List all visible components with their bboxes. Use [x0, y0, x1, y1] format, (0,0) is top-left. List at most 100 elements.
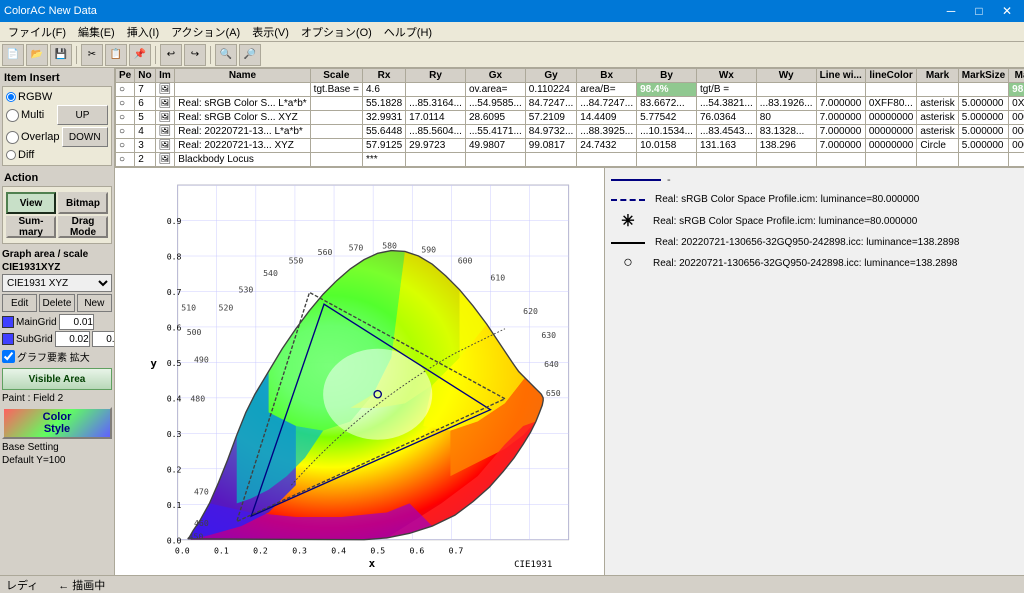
- overlap-down-row: Overlap DOWN: [6, 127, 108, 147]
- cie-chart-svg: 520 530 540 550 560 570 580 590 600 610 …: [123, 176, 596, 567]
- col-linecolor[interactable]: lineColor: [865, 69, 917, 83]
- wl-460: 460: [194, 518, 209, 528]
- col-marksize[interactable]: MarkSize: [958, 69, 1008, 83]
- btn-new[interactable]: New: [77, 294, 112, 312]
- tb-undo[interactable]: ↩: [160, 44, 182, 66]
- legend-text-2: Real: sRGB Color Space Profile.icm: lumi…: [653, 216, 917, 227]
- tb-redo[interactable]: ↪: [184, 44, 206, 66]
- graph-expand-checkbox[interactable]: [2, 350, 15, 363]
- action-label: Action: [2, 170, 112, 186]
- maingrid-row: MainGrid: [2, 314, 112, 330]
- radio-multi-label: Multi: [21, 109, 44, 121]
- btn-edit[interactable]: Edit: [2, 294, 37, 312]
- titlebar: ColorAC New Data ─ □ ✕: [0, 0, 1024, 22]
- subgrid-input2[interactable]: [92, 331, 115, 347]
- minimize-button[interactable]: ─: [938, 2, 964, 20]
- menu-help[interactable]: ヘルプ(H): [378, 22, 438, 42]
- x-tick-7: 0.7: [449, 545, 464, 555]
- maingrid-input[interactable]: [59, 314, 94, 330]
- col-pe[interactable]: Pe: [116, 69, 135, 83]
- table-row[interactable]: ○7🖼 tgt.Base =4.6ov.area=0.110224 area/B…: [116, 83, 1024, 97]
- tb-cut[interactable]: ✂: [81, 44, 103, 66]
- menu-edit[interactable]: 編集(E): [72, 22, 121, 42]
- tb-copy[interactable]: 📋: [105, 44, 127, 66]
- radio-multi[interactable]: [6, 109, 19, 122]
- legend-item-4: ○ Real: 20220721-130656-32GQ950-242898.i…: [611, 254, 1018, 272]
- col-scale[interactable]: Scale: [310, 69, 362, 83]
- tb-new[interactable]: 📄: [2, 44, 24, 66]
- legend-dashed-line-1: [611, 199, 645, 201]
- col-markc1[interactable]: MarkC...: [1009, 69, 1024, 83]
- btn-up[interactable]: UP: [57, 105, 108, 125]
- tb-zoom-out[interactable]: 🔎: [239, 44, 261, 66]
- visible-area-button[interactable]: Visible Area: [2, 368, 112, 390]
- col-mark[interactable]: Mark: [917, 69, 958, 83]
- col-rx[interactable]: Rx: [362, 69, 405, 83]
- menu-action[interactable]: アクション(A): [165, 22, 246, 42]
- menu-insert[interactable]: 挿入(I): [121, 22, 165, 42]
- radio-diff-row: Diff: [6, 149, 108, 161]
- radio-overlap-label: Overlap: [21, 131, 60, 143]
- col-wy[interactable]: Wy: [756, 69, 816, 83]
- left-panel: Item Insert RGBW Multi UP Overlap DOWN: [0, 68, 115, 575]
- legend-item-3: Real: 20220721-130656-32GQ950-242898.icc…: [611, 237, 1018, 248]
- col-no[interactable]: No: [135, 69, 155, 83]
- menu-options[interactable]: オプション(O): [295, 22, 378, 42]
- legend-asterisk-icon: ✳: [611, 211, 645, 231]
- col-linewi[interactable]: Line wi...: [816, 69, 865, 83]
- subgrid-label: SubGrid: [16, 334, 53, 345]
- table-row[interactable]: ○5🖼Real: sRGB Color S... XYZ 32.993117.0…: [116, 111, 1024, 125]
- btn-view[interactable]: View: [6, 192, 56, 214]
- close-button[interactable]: ✕: [994, 2, 1020, 20]
- graph-scale-select[interactable]: CIE1931 XYZ: [2, 274, 112, 292]
- legend-solid-line-2: [611, 242, 645, 244]
- btn-dragmode[interactable]: DragMode: [58, 216, 108, 238]
- graph-scale-label: CIE1931XYZ: [2, 261, 112, 274]
- color-style-button[interactable]: ColorStyle: [2, 407, 112, 439]
- graph-section: Graph area / scale CIE1931XYZ CIE1931 XY…: [2, 248, 112, 364]
- btn-summary[interactable]: Sum-mary: [6, 216, 56, 238]
- item-insert-label: Item Insert: [2, 70, 112, 86]
- wl-610: 610: [490, 273, 505, 283]
- col-gy[interactable]: Gy: [525, 69, 576, 83]
- col-ry[interactable]: Ry: [406, 69, 466, 83]
- status-center: ← 描画中: [58, 577, 105, 593]
- tb-paste[interactable]: 📌: [129, 44, 151, 66]
- radio-overlap[interactable]: [6, 131, 19, 144]
- tb-sep3: [210, 46, 211, 64]
- color-style-label: ColorStyle: [43, 411, 72, 435]
- legend-circle-icon: ○: [611, 254, 645, 272]
- col-gx[interactable]: Gx: [465, 69, 525, 83]
- col-wx[interactable]: Wx: [696, 69, 756, 83]
- btn-down[interactable]: DOWN: [62, 127, 108, 147]
- table-row[interactable]: ○6🖼Real: sRGB Color S... L*a*b* 55.1828.…: [116, 97, 1024, 111]
- table-row[interactable]: ○2🖼Blackbody Locus ***: [116, 153, 1024, 167]
- subgrid-row: SubGrid: [2, 331, 112, 347]
- x-tick-2: 0.2: [253, 545, 268, 555]
- table-row[interactable]: ○4🖼Real: 20220721-13... L*a*b* 55.6448..…: [116, 125, 1024, 139]
- wl-540: 540: [263, 268, 278, 278]
- col-by[interactable]: By: [637, 69, 697, 83]
- radio-rgbw[interactable]: [6, 92, 16, 102]
- x-axis-label: x: [369, 557, 376, 567]
- maximize-button[interactable]: □: [966, 2, 992, 20]
- tb-open[interactable]: 📂: [26, 44, 48, 66]
- wl-490: 490: [194, 354, 209, 364]
- tb-save[interactable]: 💾: [50, 44, 72, 66]
- menu-view[interactable]: 表示(V): [246, 22, 295, 42]
- menu-file[interactable]: ファイル(F): [2, 22, 72, 42]
- radio-diff[interactable]: [6, 150, 16, 160]
- titlebar-controls: ─ □ ✕: [938, 2, 1020, 20]
- btn-delete[interactable]: Delete: [39, 294, 74, 312]
- col-bx[interactable]: Bx: [577, 69, 637, 83]
- col-name[interactable]: Name: [175, 69, 310, 83]
- legend-sep-label: -: [667, 174, 671, 186]
- legend-item-2: ✳ Real: sRGB Color Space Profile.icm: lu…: [611, 211, 1018, 231]
- y-tick-9: 0.9: [167, 216, 182, 226]
- subgrid-input1[interactable]: [55, 331, 90, 347]
- col-im[interactable]: Im: [155, 69, 175, 83]
- y-tick-2: 0.2: [167, 464, 182, 474]
- tb-zoom-in[interactable]: 🔍: [215, 44, 237, 66]
- btn-bitmap[interactable]: Bitmap: [58, 192, 108, 214]
- table-row[interactable]: ○3🖼Real: 20220721-13... XYZ 57.912529.97…: [116, 139, 1024, 153]
